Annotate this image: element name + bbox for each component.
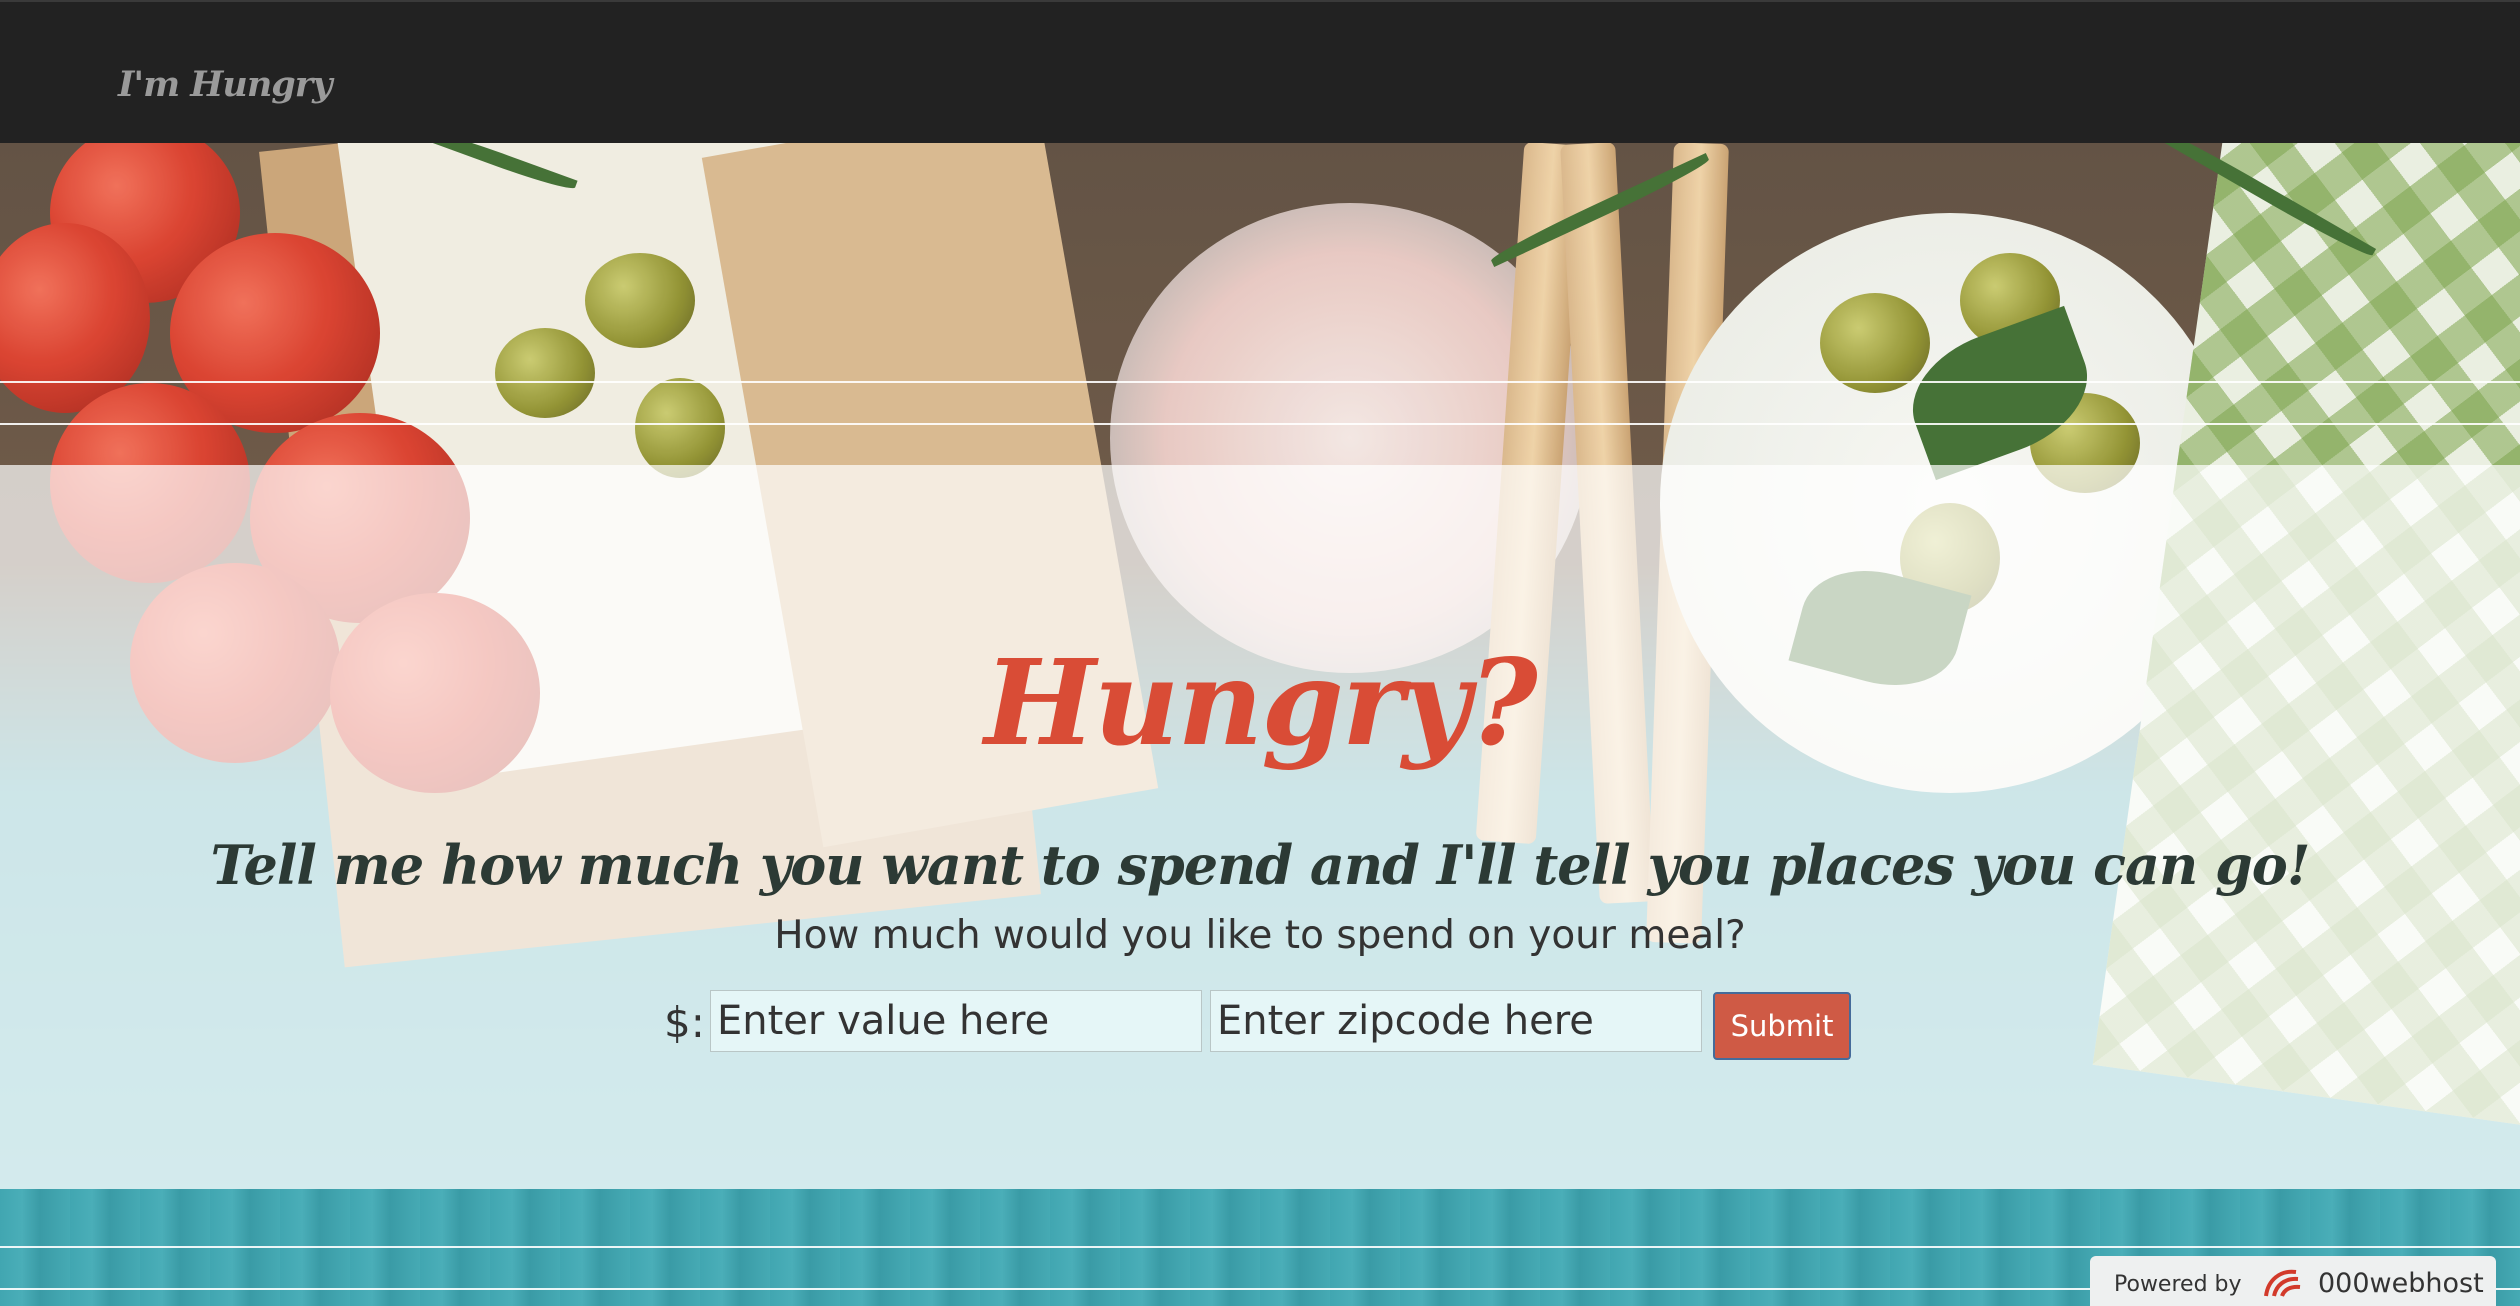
tagline: Tell me how much you want to spend and I… bbox=[210, 833, 2311, 897]
hero-content: Hungry? Tell me how much you want to spe… bbox=[0, 143, 2520, 1191]
currency-label: $: bbox=[664, 998, 705, 1047]
zipcode-input[interactable] bbox=[1210, 990, 1702, 1052]
brand-link[interactable]: I'm Hungry bbox=[118, 64, 333, 105]
powered-by-badge[interactable]: Powered by 000webhost bbox=[2090, 1256, 2496, 1306]
page-title: Hungry? bbox=[984, 633, 1537, 772]
host-name: 000webhost bbox=[2318, 1268, 2484, 1299]
spend-question: How much would you like to spend on your… bbox=[774, 913, 1746, 958]
000webhost-logo-icon bbox=[2264, 1269, 2301, 1297]
submit-button[interactable]: Submit bbox=[1713, 992, 1851, 1060]
powered-by-label: Powered by bbox=[2114, 1272, 2242, 1297]
navbar: I'm Hungry bbox=[0, 0, 2520, 143]
amount-input[interactable] bbox=[710, 990, 1202, 1052]
divider-line bbox=[0, 1246, 2520, 1248]
